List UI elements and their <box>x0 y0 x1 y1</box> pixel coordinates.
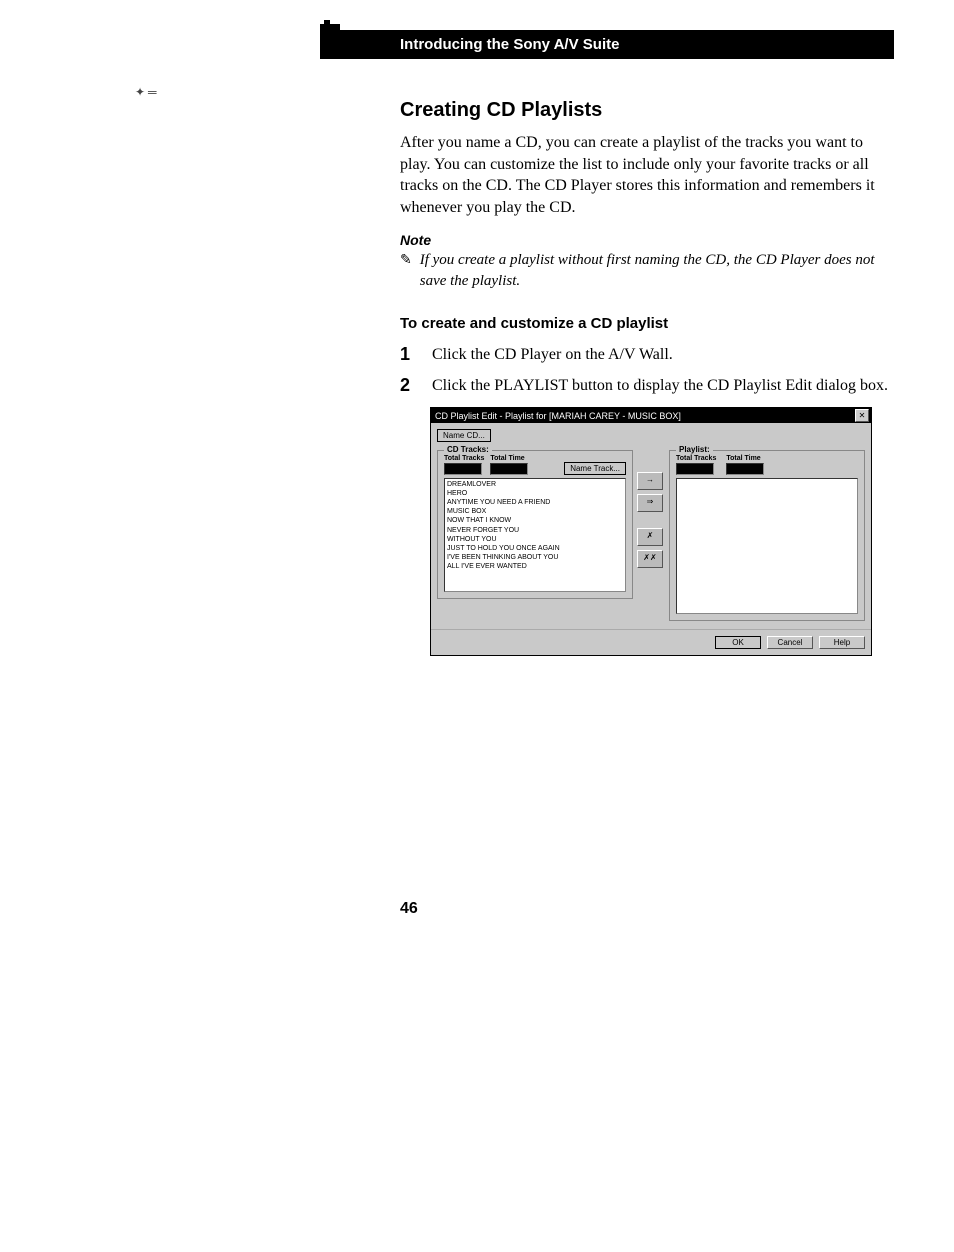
list-item[interactable]: DREAMLOVER <box>447 480 623 489</box>
name-cd-button[interactable]: Name CD... <box>437 429 491 442</box>
list-item[interactable]: HERO <box>447 489 623 498</box>
cd-tracks-group: CD Tracks: Total Tracks Total Time <box>437 450 633 599</box>
playlist-total-tracks-value <box>676 463 714 475</box>
name-track-button[interactable]: Name Track... <box>564 462 626 475</box>
ok-button[interactable]: OK <box>715 636 761 649</box>
cd-tracks-listbox[interactable]: DREAMLOVER HERO ANYTIME YOU NEED A FRIEN… <box>444 478 626 592</box>
step-number: 1 <box>400 344 414 366</box>
section-heading: Creating CD Playlists <box>400 99 894 122</box>
remove-track-button[interactable]: ✗ <box>637 528 663 546</box>
total-time-value <box>490 463 528 475</box>
chapter-header: Introducing the Sony A/V Suite <box>320 30 894 59</box>
list-item[interactable]: WITHOUT YOU <box>447 535 623 544</box>
pencil-icon: ✎ <box>400 250 412 269</box>
add-all-button[interactable]: ⇒ <box>637 494 663 512</box>
header-decoration-bar <box>324 20 330 56</box>
list-item[interactable]: MUSIC BOX <box>447 507 623 516</box>
step-2: 2 Click the PLAYLIST button to display t… <box>400 375 894 397</box>
list-item[interactable]: JUST TO HOLD YOU ONCE AGAIN <box>447 544 623 553</box>
list-item[interactable]: I'VE BEEN THINKING ABOUT YOU <box>447 553 623 562</box>
total-tracks-value <box>444 463 482 475</box>
scan-artifact: ✦ ═ <box>135 85 157 100</box>
step-number: 2 <box>400 375 414 397</box>
dialog-title: CD Playlist Edit - Playlist for [MARIAH … <box>433 411 681 421</box>
procedure-heading: To create and customize a CD playlist <box>400 315 894 332</box>
step-1: 1 Click the CD Player on the A/V Wall. <box>400 344 894 366</box>
header-decoration <box>320 24 340 54</box>
step-text: Click the PLAYLIST button to display the… <box>432 375 894 397</box>
add-track-button[interactable]: → <box>637 472 663 490</box>
help-button[interactable]: Help <box>819 636 865 649</box>
playlist-legend: Playlist: <box>676 445 713 454</box>
list-item[interactable]: ALL I'VE EVER WANTED <box>447 562 623 571</box>
dialog-titlebar: CD Playlist Edit - Playlist for [MARIAH … <box>431 408 871 423</box>
cd-playlist-edit-dialog: CD Playlist Edit - Playlist for [MARIAH … <box>430 407 872 656</box>
playlist-listbox[interactable] <box>676 478 858 614</box>
list-item[interactable]: NEVER FORGET YOU <box>447 526 623 535</box>
cancel-button[interactable]: Cancel <box>767 636 813 649</box>
close-button[interactable]: ✕ <box>855 409 869 422</box>
playlist-total-time-label: Total Time <box>726 455 764 462</box>
page-number: 46 <box>400 900 418 918</box>
note-label: Note <box>400 232 894 248</box>
list-item[interactable]: ANYTIME YOU NEED A FRIEND <box>447 498 623 507</box>
playlist-total-tracks-label: Total Tracks <box>676 455 716 462</box>
playlist-group: Playlist: Total Tracks Total Time <box>669 450 865 621</box>
step-text: Click the CD Player on the A/V Wall. <box>432 344 894 366</box>
remove-all-button[interactable]: ✗✗ <box>637 550 663 568</box>
total-tracks-label: Total Tracks <box>444 455 484 462</box>
cd-tracks-legend: CD Tracks: <box>444 445 492 454</box>
playlist-total-time-value <box>726 463 764 475</box>
list-item[interactable]: NOW THAT I KNOW <box>447 516 623 525</box>
chapter-title: Introducing the Sony A/V Suite <box>400 36 619 53</box>
total-time-label: Total Time <box>490 455 528 462</box>
note-text: If you create a playlist without first n… <box>420 250 894 291</box>
intro-paragraph: After you name a CD, you can create a pl… <box>400 132 894 218</box>
